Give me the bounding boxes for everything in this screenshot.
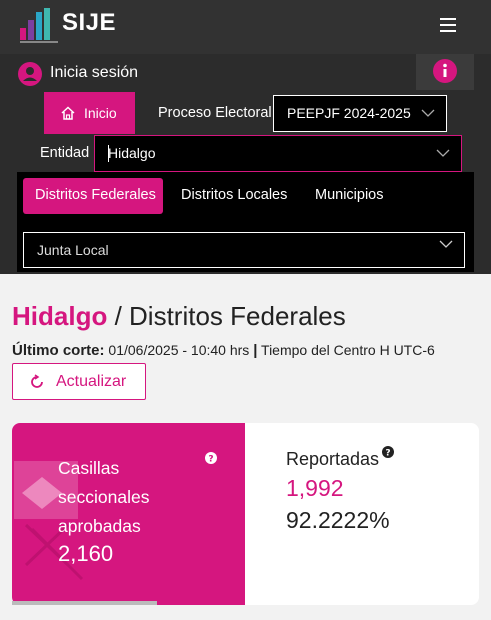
- junta-select[interactable]: Junta Local: [23, 232, 465, 268]
- tab-municipios[interactable]: Municipios: [303, 178, 403, 214]
- top-bar: SIJE: [0, 0, 491, 54]
- separator: |: [253, 342, 258, 359]
- corte-value: 01/06/2025 - 10:40 hrs: [108, 342, 250, 358]
- refresh-button[interactable]: Actualizar: [12, 363, 146, 400]
- proceso-select-value: PEEPJF 2024-2025: [287, 105, 411, 121]
- reportadas-value: 1,992: [286, 475, 344, 501]
- timezone: Tiempo del Centro H UTC-6: [261, 342, 435, 358]
- home-button[interactable]: Inicio: [44, 92, 135, 134]
- state-name: Hidalgo: [12, 301, 108, 331]
- svg-text:?: ?: [208, 454, 213, 464]
- text-caret: [108, 145, 109, 162]
- nav-panel: Inicia sesión Inicio Proceso Electoral P…: [0, 54, 491, 274]
- logo-bars-icon: [20, 8, 58, 43]
- home-icon: [61, 106, 75, 120]
- casillas-value: 2,160: [58, 541, 114, 566]
- entidad-select-value: Hidalgo: [108, 145, 156, 161]
- refresh-button-label: Actualizar: [56, 373, 127, 390]
- app-logo[interactable]: SIJE: [20, 8, 116, 43]
- hamburger-menu-icon[interactable]: [440, 18, 456, 32]
- info-button[interactable]: [416, 54, 474, 90]
- chevron-down-icon: [439, 240, 453, 248]
- tab-distritos-locales[interactable]: Distritos Locales: [169, 178, 299, 214]
- corte-label: Último corte:: [12, 342, 105, 359]
- casillas-label: Casillas seccionales aprobadas: [58, 458, 150, 536]
- help-icon[interactable]: ?: [382, 446, 394, 458]
- user-icon[interactable]: [18, 62, 42, 86]
- chevron-down-icon: [421, 109, 435, 117]
- proceso-select[interactable]: PEEPJF 2024-2025: [273, 95, 447, 132]
- home-button-label: Inicio: [84, 105, 117, 121]
- chevron-down-icon: [436, 149, 450, 157]
- last-update-info: Último corte: 01/06/2025 - 10:40 hrs | T…: [12, 342, 435, 359]
- section-name: / Distritos Federales: [114, 301, 346, 331]
- horizontal-scrollbar[interactable]: [12, 601, 157, 605]
- tab-label: Distritos Federales: [35, 187, 156, 203]
- tab-label: Municipios: [315, 187, 384, 203]
- logo-text: SIJE: [62, 9, 117, 36]
- tab-distritos-federales[interactable]: Distritos Federales: [23, 178, 163, 214]
- page-title: Hidalgo / Distritos Federales: [12, 301, 346, 332]
- reportadas-label: Reportadas: [286, 449, 380, 469]
- stats-card: Casillas seccionales aprobadas 2,160 ? R…: [12, 423, 479, 605]
- info-icon: [433, 59, 457, 83]
- tab-label: Distritos Locales: [181, 187, 288, 203]
- login-link[interactable]: Inicia sesión: [50, 64, 138, 82]
- svg-text:?: ?: [385, 448, 390, 458]
- help-icon[interactable]: ?: [205, 452, 217, 464]
- refresh-icon: [31, 374, 43, 388]
- entidad-label: Entidad: [40, 145, 90, 161]
- tabs-panel: Distritos Federales Distritos Locales Mu…: [17, 172, 474, 272]
- junta-select-value: Junta Local: [37, 242, 109, 258]
- entidad-select[interactable]: Hidalgo: [94, 135, 462, 172]
- proceso-label: Proceso Electoral: [158, 105, 272, 121]
- reportadas-percentage: 92.2222%: [286, 507, 390, 533]
- casillas-panel: Casillas seccionales aprobadas 2,160 ?: [12, 423, 245, 605]
